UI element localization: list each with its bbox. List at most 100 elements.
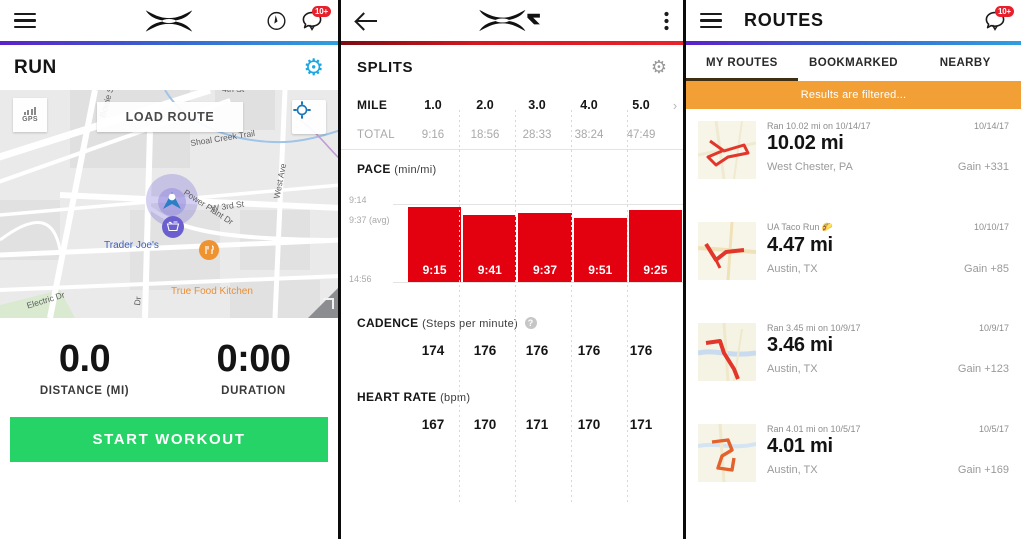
chat-badge: 10+ <box>995 5 1014 17</box>
column-divider <box>627 110 628 505</box>
total-col-2: 18:56 <box>470 128 500 141</box>
hr-col-1: 167 <box>421 416 445 432</box>
hr-col-2: 170 <box>473 416 497 432</box>
list-item[interactable]: Ran 4.01 mi on 10/5/17 10/5/17 4.01 mi A… <box>686 412 1021 513</box>
start-workout-button[interactable]: START WORKOUT <box>10 417 328 462</box>
map-poi-trader-joes[interactable]: Trader Joe's <box>104 240 159 251</box>
tab-nearby[interactable]: NEARBY <box>909 45 1021 81</box>
chat-bubble-icon[interactable]: 10+ <box>300 5 331 33</box>
panel-splits: SPLITS ⚙ MILE 1.0 2.0 3.0 4.0 5.0 › TOTA… <box>341 0 686 539</box>
bar-3: 9:37 <box>517 213 573 282</box>
load-route-button[interactable]: LOAD ROUTE <box>97 102 243 132</box>
bar-col-2[interactable]: 9:41 <box>462 182 518 304</box>
tab-my-routes[interactable]: MY ROUTES <box>686 45 798 81</box>
mile-col-2: 2.0 <box>476 98 494 112</box>
list-item[interactable]: Ran 3.45 mi on 10/9/17 10/9/17 3.46 mi A… <box>686 311 1021 412</box>
column-divider <box>571 110 572 505</box>
hr-col-3: 171 <box>525 416 549 432</box>
pace-unit: (min/mi) <box>394 164 437 176</box>
route-subtitle: Ran 3.45 mi on 10/9/17 <box>767 323 861 333</box>
active-tab-underline <box>686 78 798 81</box>
cadence-values-row: 174 176 176 176 176 <box>341 332 683 368</box>
bar-1: 9:15 <box>407 207 463 282</box>
cadence-unit: (Steps per minute) <box>422 318 518 330</box>
heart-rate-label: HEART RATE <box>357 390 437 404</box>
hamburger-icon[interactable] <box>700 12 722 29</box>
hr-col-5: 171 <box>629 416 653 432</box>
splits-section-header: SPLITS ⚙ <box>341 45 683 90</box>
cadence-col-3: 176 <box>525 342 549 358</box>
splits-table: MILE 1.0 2.0 3.0 4.0 5.0 › TOTAL 9:16 18… <box>341 90 683 150</box>
mile-col-3: 3.0 <box>528 98 546 112</box>
pace-section-title: PACE (min/mi) <box>341 150 683 178</box>
route-details: Ran 10.02 mi on 10/14/17 10/14/17 10.02 … <box>767 121 1009 198</box>
locate-crosshair-icon[interactable] <box>292 100 326 134</box>
route-gain: Gain +169 <box>957 464 1009 476</box>
heartrate-values-row: 167 170 171 170 171 <box>341 406 683 442</box>
pace-bar-chart: 9:14 9:37 (avg) 14:56 9:15 9:41 9:37 9:5… <box>341 182 683 304</box>
chat-bubble-icon[interactable]: 10+ <box>983 5 1014 33</box>
route-details: Ran 4.01 mi on 10/5/17 10/5/17 4.01 mi A… <box>767 424 1009 501</box>
gear-icon[interactable]: ⚙ <box>303 56 324 79</box>
page-title: ROUTES <box>744 10 824 30</box>
bar-col-3[interactable]: 9:37 <box>517 182 573 304</box>
column-divider <box>515 110 516 505</box>
duration-label: DURATION <box>221 385 286 397</box>
map-poi-true-food-kitchen[interactable]: True Food Kitchen <box>171 286 253 297</box>
bar-col-4[interactable]: 9:51 <box>572 182 628 304</box>
ua-run-logo-svg <box>479 9 540 32</box>
axis-tick-bottom: 14:56 <box>349 274 372 284</box>
under-armour-run-logo <box>341 8 683 33</box>
three-panel-screenshot: 10+ RUN ⚙ Shoal Creek Trail West Ave W 3… <box>0 0 1024 539</box>
routes-tabs: MY ROUTES BOOKMARKED NEARBY <box>686 45 1021 81</box>
gps-status-indicator[interactable]: GPS <box>13 98 47 132</box>
list-item[interactable]: Ran 10.02 mi on 10/14/17 10/14/17 10.02 … <box>686 109 1021 210</box>
gear-icon[interactable]: ⚙ <box>651 57 667 78</box>
map-street-label: 4th St <box>222 90 244 94</box>
help-question-icon[interactable]: ? <box>524 317 537 329</box>
route-date: 10/10/17 <box>973 222 1009 232</box>
gps-signal-icon <box>23 107 37 115</box>
bar-col-5[interactable]: 9:25 <box>627 182 683 304</box>
route-location: Austin, TX <box>767 363 818 375</box>
heartrate-section-title: HEART RATE (bpm) <box>341 368 683 406</box>
stat-distance: 0.0 DISTANCE (MI) <box>0 338 169 397</box>
expand-arrow-glyph <box>323 298 334 309</box>
run-appbar: 10+ <box>0 0 338 41</box>
bar-2: 9:41 <box>462 215 518 282</box>
route-thumbnail <box>698 323 756 381</box>
back-arrow-icon[interactable] <box>355 11 379 31</box>
total-col-3: 28:33 <box>522 128 552 141</box>
list-item[interactable]: UA Taco Run 🌮 10/10/17 4.47 mi Austin, T… <box>686 210 1021 311</box>
map-view[interactable]: Bowie St 4th St Shoal Creek Trail West A… <box>0 90 338 318</box>
total-col-5: 47:49 <box>626 128 656 141</box>
run-stats: 0.0 DISTANCE (MI) 0:00 DURATION <box>0 318 338 411</box>
bar-col-1[interactable]: 9:15 <box>407 182 463 304</box>
axis-tick-top: 9:14 <box>349 195 367 205</box>
panel-routes: ROUTES 10+ MY ROUTES BOOKMARKED NEARBY R… <box>686 0 1021 539</box>
overflow-menu-icon[interactable] <box>664 11 669 31</box>
chevron-right-icon[interactable]: › <box>667 98 683 113</box>
bar-value-1: 9:15 <box>422 263 447 277</box>
ua-logo-svg <box>145 9 193 32</box>
route-thumbnail <box>698 424 756 482</box>
filter-notice-banner[interactable]: Results are filtered... <box>686 81 1021 109</box>
route-gain: Gain +85 <box>964 263 1009 275</box>
tab-bookmarked[interactable]: BOOKMARKED <box>798 45 910 81</box>
route-distance: 10.02 mi <box>767 132 844 154</box>
run-section-header: RUN ⚙ <box>0 45 338 90</box>
bar-value-5: 9:25 <box>643 263 668 277</box>
bar-value-2: 9:41 <box>477 263 502 277</box>
distance-value: 0.0 <box>58 338 111 380</box>
route-gain: Gain +331 <box>957 161 1009 173</box>
stopwatch-icon[interactable] <box>266 10 287 31</box>
route-date: 10/14/17 <box>973 121 1009 131</box>
route-distance: 3.46 mi <box>767 334 833 356</box>
gps-label: GPS <box>22 116 38 123</box>
hamburger-icon[interactable] <box>14 12 36 29</box>
heart-rate-unit: (bpm) <box>440 392 471 404</box>
mile-col-5: 5.0 <box>632 98 650 112</box>
route-date: 10/9/17 <box>978 323 1009 333</box>
route-location: Austin, TX <box>767 263 818 275</box>
duration-value: 0:00 <box>216 338 291 380</box>
